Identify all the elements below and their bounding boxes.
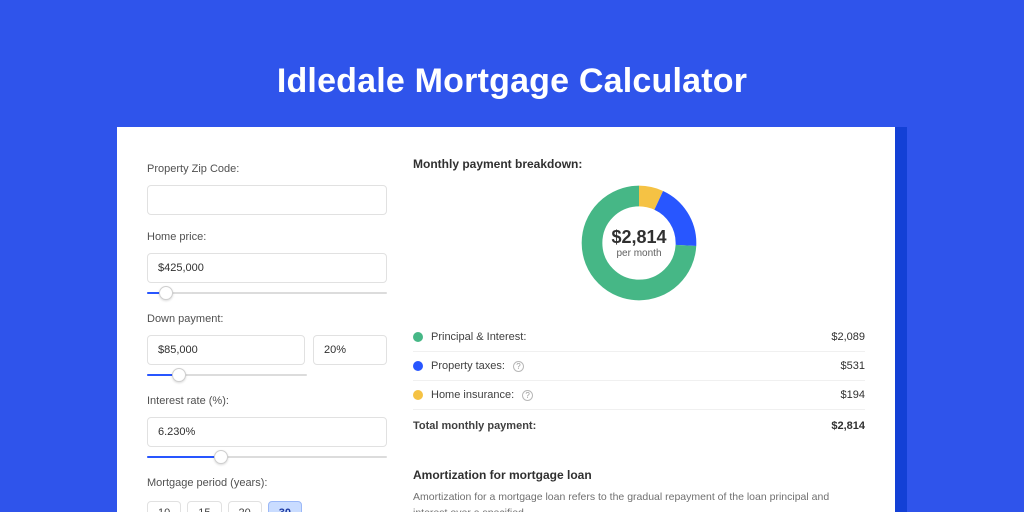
donut-sub: per month xyxy=(611,248,666,259)
legend-line: Property taxes:? $531 xyxy=(413,352,865,381)
amortization-heading: Amortization for mortgage loan xyxy=(413,468,865,482)
donut-chart: $2,814 per month xyxy=(413,181,865,305)
info-icon[interactable]: ? xyxy=(522,390,533,401)
legend-line: Principal & Interest: $2,089 xyxy=(413,323,865,352)
legend-value: $2,089 xyxy=(831,331,865,343)
panel-shadow: Property Zip Code: Home price: Down paym… xyxy=(117,127,907,512)
down-payment-pct-input[interactable] xyxy=(313,335,387,365)
period-option-10[interactable]: 10 xyxy=(147,501,181,512)
legend-dot xyxy=(413,332,423,342)
period-options: 10 15 20 30 xyxy=(147,501,387,512)
breakdown-heading: Monthly payment breakdown: xyxy=(413,157,865,171)
legend-label: Principal & Interest: xyxy=(431,331,526,343)
breakdown-legend: Principal & Interest: $2,089 Property taxe… xyxy=(413,323,865,410)
down-payment-label: Down payment: xyxy=(147,313,387,325)
interest-rate-label: Interest rate (%): xyxy=(147,395,387,407)
period-option-15[interactable]: 15 xyxy=(187,501,221,512)
period-option-20[interactable]: 20 xyxy=(228,501,262,512)
interest-rate-input[interactable] xyxy=(147,417,387,447)
home-price-input[interactable] xyxy=(147,253,387,283)
legend-label: Property taxes: xyxy=(431,360,505,372)
legend-label: Home insurance: xyxy=(431,389,514,401)
inputs-column: Property Zip Code: Home price: Down paym… xyxy=(147,157,387,512)
legend-value: $194 xyxy=(841,389,865,401)
home-price-label: Home price: xyxy=(147,231,387,243)
period-label: Mortgage period (years): xyxy=(147,477,387,489)
legend-value: $531 xyxy=(841,360,865,372)
period-option-30[interactable]: 30 xyxy=(268,501,302,512)
zip-input[interactable] xyxy=(147,185,387,215)
total-label: Total monthly payment: xyxy=(413,420,536,432)
donut-amount: $2,814 xyxy=(611,227,666,248)
page-title: Idledale Mortgage Calculator xyxy=(277,62,747,101)
amortization-text: Amortization for a mortgage loan refers … xyxy=(413,490,865,512)
zip-label: Property Zip Code: xyxy=(147,163,387,175)
total-value: $2,814 xyxy=(831,420,865,432)
legend-line: Home insurance:? $194 xyxy=(413,381,865,410)
breakdown-column: Monthly payment breakdown: $2,814 per mo… xyxy=(413,157,865,512)
legend-dot xyxy=(413,361,423,371)
legend-dot xyxy=(413,390,423,400)
calculator-panel: Property Zip Code: Home price: Down paym… xyxy=(117,127,895,512)
down-payment-input[interactable] xyxy=(147,335,305,365)
info-icon[interactable]: ? xyxy=(513,361,524,372)
